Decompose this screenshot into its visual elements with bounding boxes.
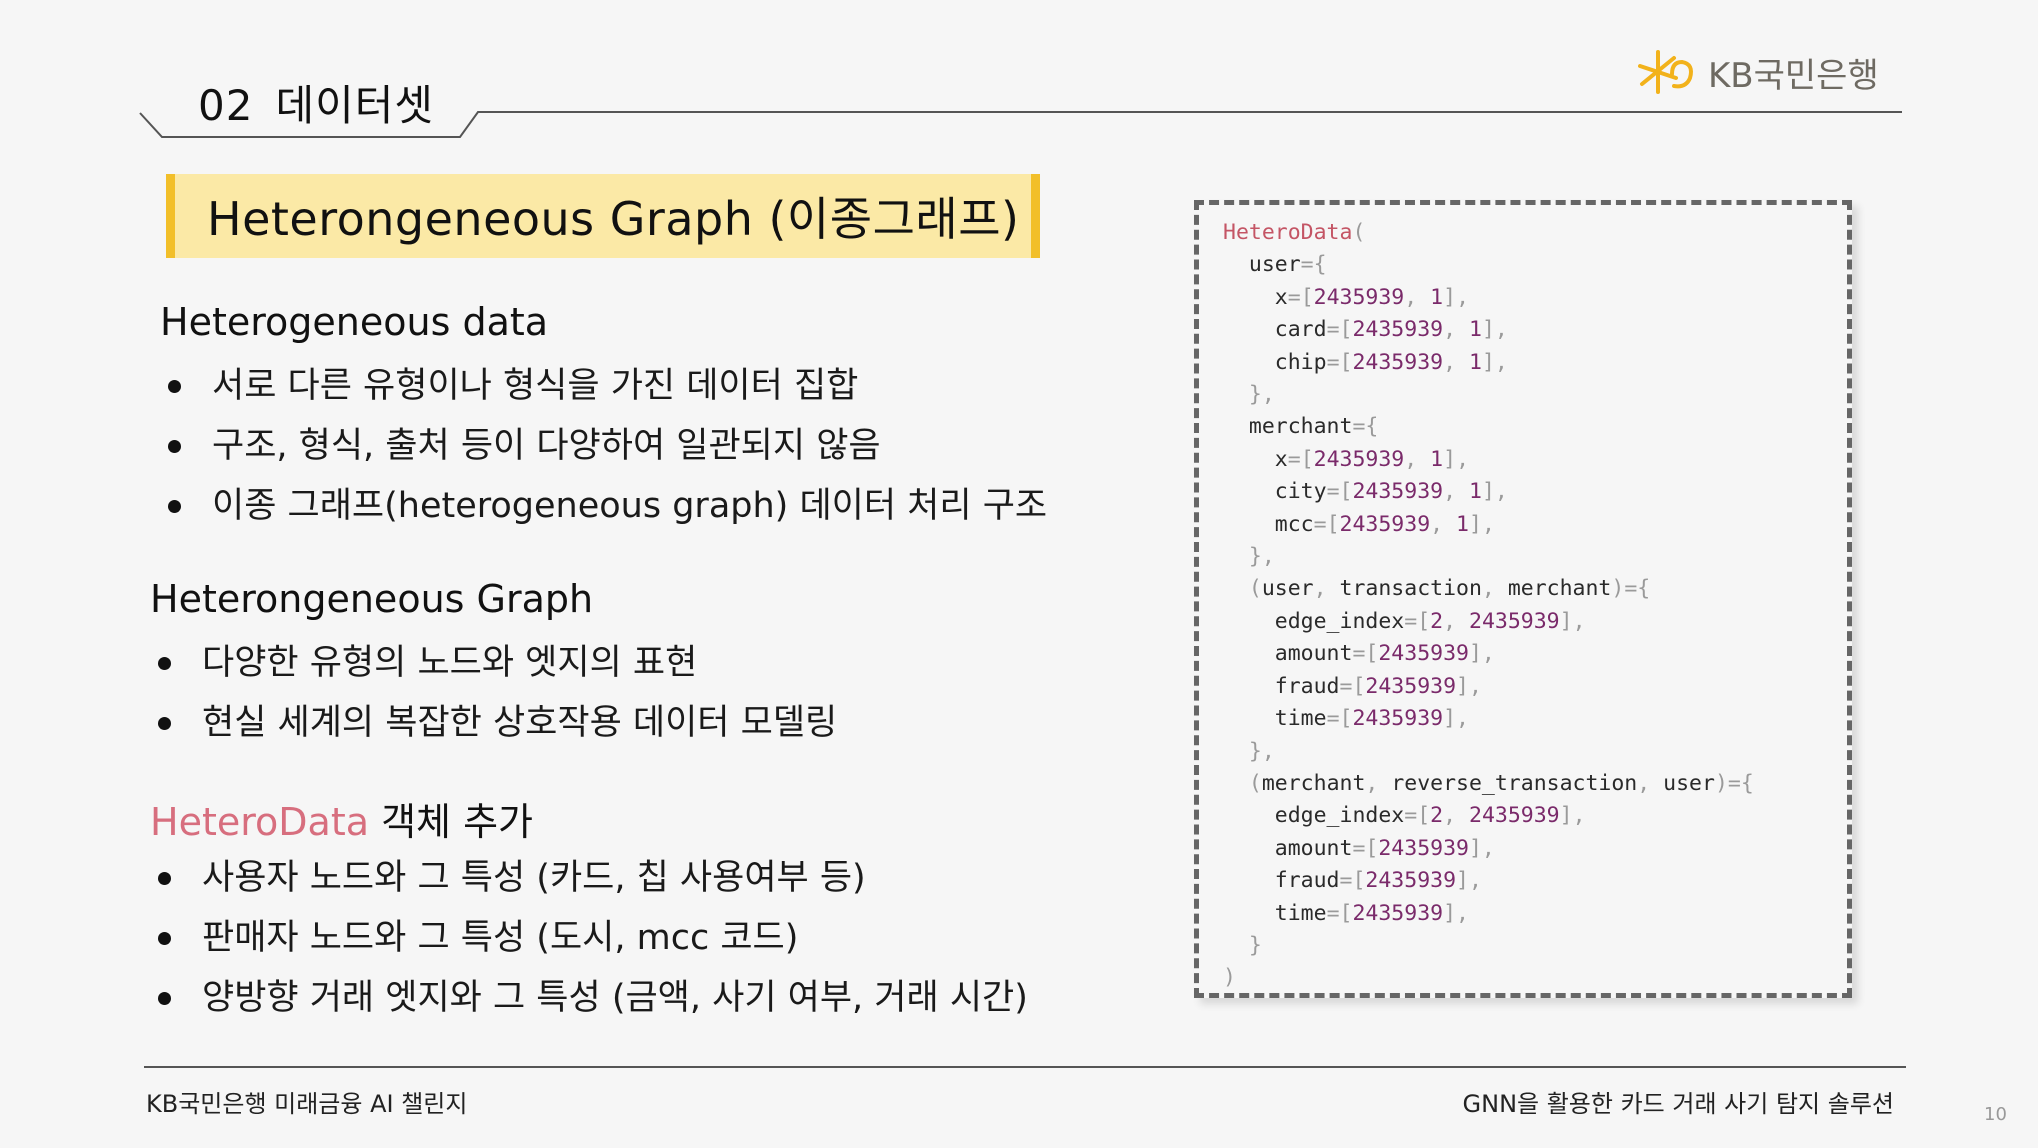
code-line: chip=[2435939, 1], xyxy=(1274,349,1508,375)
code-line: edge_index=[2, 2435939], xyxy=(1274,608,1586,634)
footer-left-text: KB국민은행 미래금융 AI 챌린지 xyxy=(146,1090,468,1118)
section-label: 데이터셋 xyxy=(275,81,435,130)
heading-heterongeneous-graph: Heterongeneous Graph xyxy=(150,577,594,621)
code-line: x=[2435939, 1], xyxy=(1274,284,1470,310)
code-body: HeteroData( user={ x=[2435939, 1], card=… xyxy=(1223,217,1847,995)
list-item: 사용자 노드와 그 특성 (카드, 칩 사용여부 등) xyxy=(156,848,1028,908)
list-item: 서로 다른 유형이나 형식을 가진 데이터 집합 xyxy=(166,356,1047,416)
code-line: mcc=[2435939, 1], xyxy=(1274,511,1495,537)
section-number: 02 xyxy=(198,81,254,130)
list-item: 이종 그래프(heterogeneous graph) 데이터 처리 구조 xyxy=(166,476,1047,536)
heading-heterogeneous-data: Heterogeneous data xyxy=(160,300,549,344)
list-item: 현실 세계의 복잡한 상호작용 데이터 모델링 xyxy=(156,693,837,753)
code-line: x=[2435939, 1], xyxy=(1274,446,1470,472)
code-line: amount=[2435939], xyxy=(1274,641,1495,667)
section-title: 02 데이터셋 xyxy=(198,72,434,133)
bullet-list-heterodata-object: 사용자 노드와 그 특성 (카드, 칩 사용여부 등) 판매자 노드와 그 특성… xyxy=(156,848,1028,1028)
heading-highlight: HeteroData xyxy=(150,800,370,844)
footer-right-text: GNN을 활용한 카드 거래 사기 탐지 솔루션 xyxy=(1462,1090,1894,1118)
code-line: amount=[2435939], xyxy=(1274,835,1495,861)
slide: 02 데이터셋 KB국민은행 Heterongeneous Graph (이종그래… xyxy=(0,0,2038,1148)
bullet-list-heterogeneous-data: 서로 다른 유형이나 형식을 가진 데이터 집합 구조, 형식, 출처 등이 다… xyxy=(166,356,1047,536)
code-line: (merchant, reverse_transaction, user)={ xyxy=(1248,770,1754,796)
code-line: city=[2435939, 1], xyxy=(1274,479,1508,505)
code-line: time=[2435939], xyxy=(1274,706,1469,732)
code-line: }, xyxy=(1248,544,1275,570)
code-line: card=[2435939, 1], xyxy=(1274,317,1508,343)
code-line: } xyxy=(1248,932,1262,958)
page-number: 10 xyxy=(1984,1104,2007,1125)
logo-text: KB국민은행 xyxy=(1708,55,1879,96)
code-line: time=[2435939], xyxy=(1274,900,1469,926)
kb-star-logo-icon xyxy=(1638,50,1693,94)
list-item: 양방향 거래 엣지와 그 특성 (금액, 사기 여부, 거래 시간) xyxy=(156,968,1028,1028)
title-box: Heterongeneous Graph (이종그래프) xyxy=(166,174,1040,258)
code-line: }, xyxy=(1248,738,1275,764)
code-line: }, xyxy=(1248,382,1275,408)
bullet-list-heterongeneous-graph: 다양한 유형의 노드와 엣지의 표현 현실 세계의 복잡한 상호작용 데이터 모… xyxy=(156,633,837,753)
code-line: HeteroData( xyxy=(1223,220,1366,245)
list-item: 판매자 노드와 그 특성 (도시, mcc 코드) xyxy=(156,908,1028,968)
code-line: edge_index=[2, 2435939], xyxy=(1274,803,1586,829)
kb-logo: KB국민은행 xyxy=(1638,48,1879,96)
code-line: fraud=[2435939], xyxy=(1274,868,1482,894)
code-line: user={ xyxy=(1248,252,1327,278)
code-line: ) xyxy=(1223,965,1236,991)
code-line: fraud=[2435939], xyxy=(1274,673,1482,699)
list-item: 구조, 형식, 출처 등이 다양하여 일관되지 않음 xyxy=(166,416,1047,476)
code-line: (user, transaction, merchant)={ xyxy=(1248,576,1651,602)
code-panel: HeteroData( user={ x=[2435939, 1], card=… xyxy=(1194,200,1852,998)
code-line: merchant={ xyxy=(1248,414,1379,440)
footer-divider xyxy=(144,1066,1906,1068)
heading-heterodata-object: HeteroData 객체 추가 xyxy=(150,791,533,846)
list-item: 다양한 유형의 노드와 엣지의 표현 xyxy=(156,633,837,693)
slide-title: Heterongeneous Graph (이종그래프) xyxy=(207,192,1020,246)
heading-rest: 객체 추가 xyxy=(369,800,534,844)
